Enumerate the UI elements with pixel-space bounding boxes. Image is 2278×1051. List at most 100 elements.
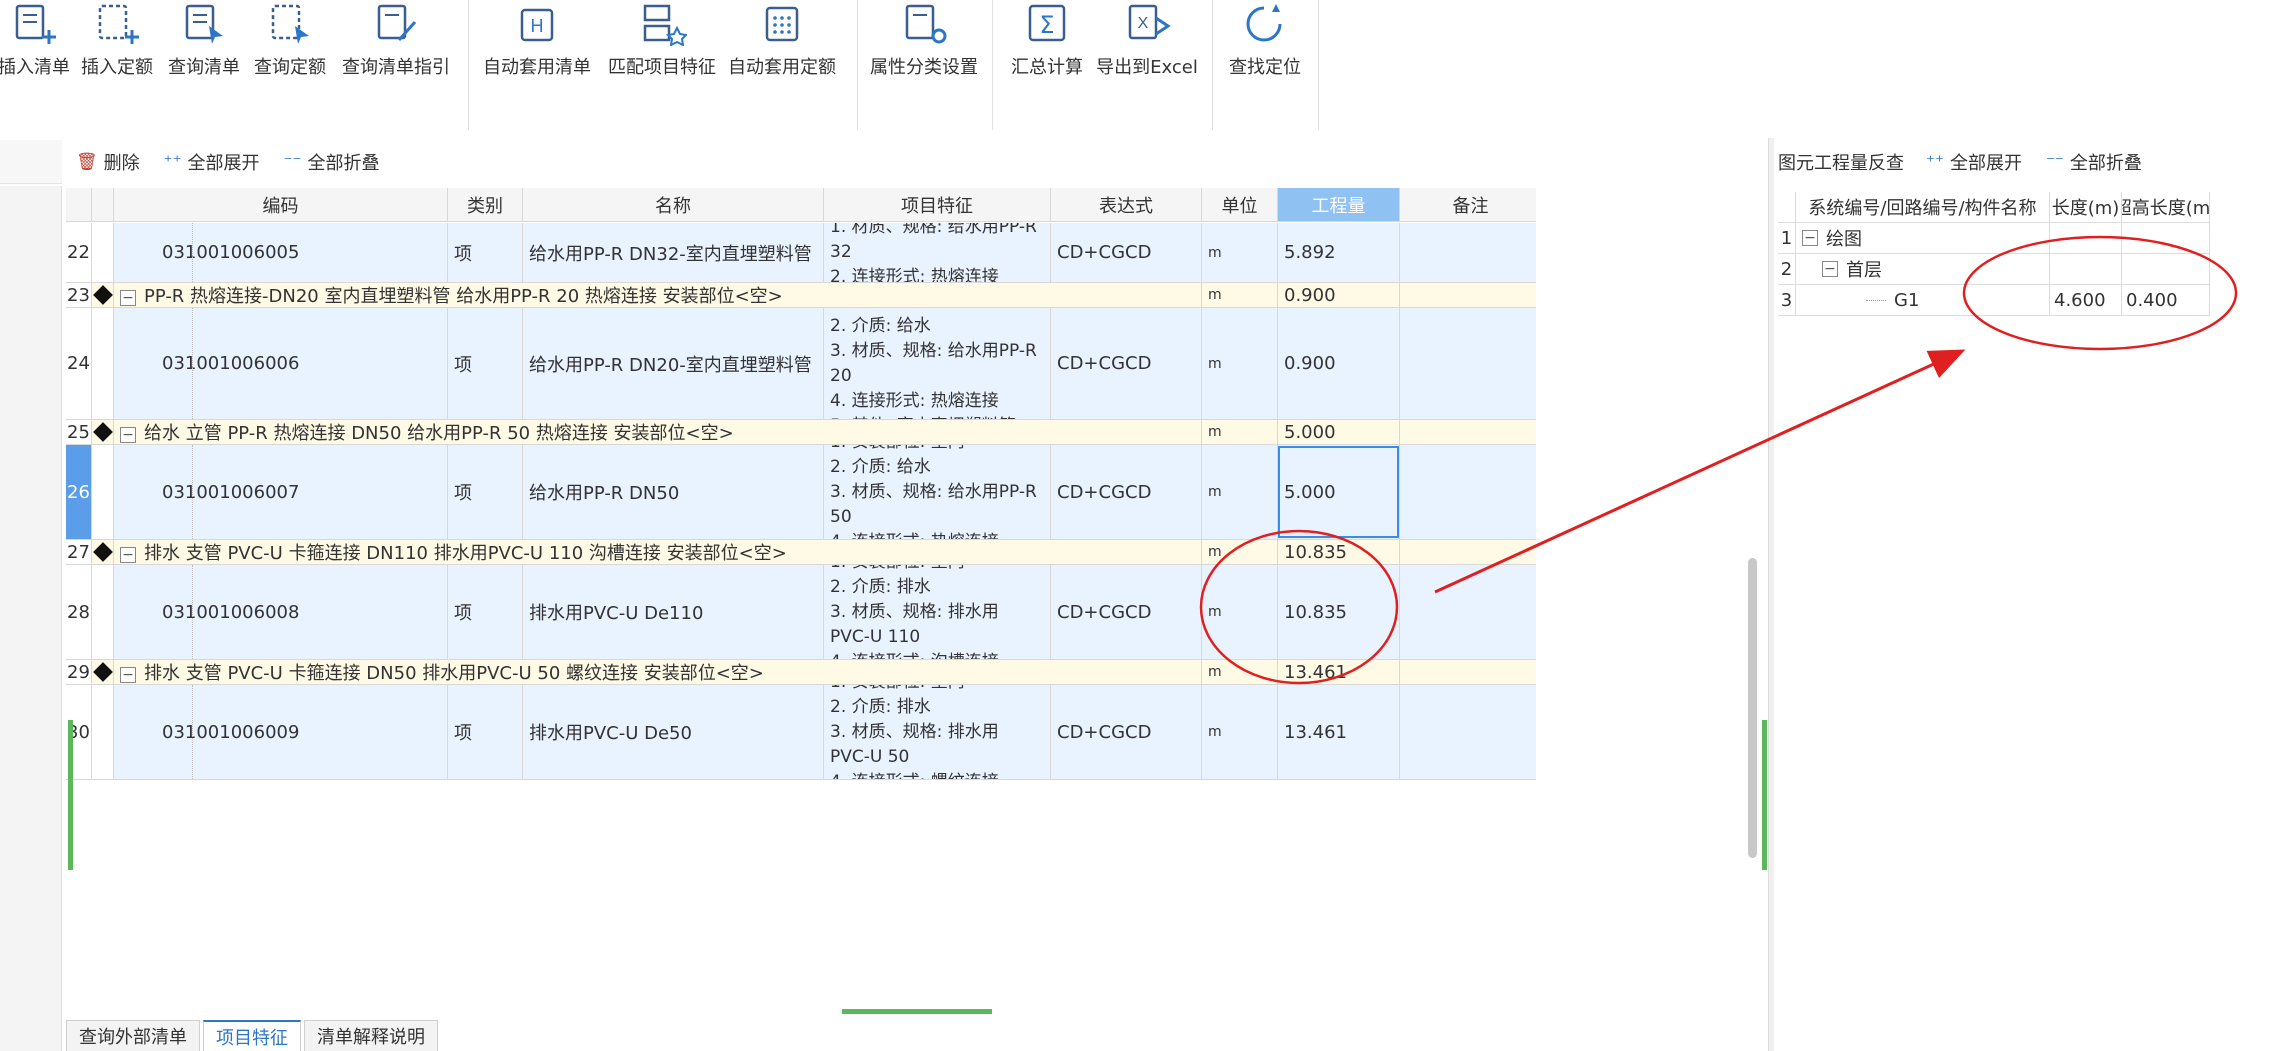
row-number[interactable]: 24 — [66, 308, 92, 420]
name-cell[interactable]: 给水用PP-R DN20-室内直埋塑料管 — [523, 308, 824, 420]
right-column-header[interactable]: 系统编号/回路编号/构件名称 — [1796, 192, 2050, 223]
quantity-cell[interactable]: 0.900 — [1278, 308, 1400, 420]
quantity-cell[interactable]: 13.461 — [1278, 685, 1400, 780]
bottom-resize-handle[interactable] — [842, 1009, 992, 1014]
table-row[interactable]: 26 031001006007 项给水用PP-R DN501. 安装部位: 室内2.… — [66, 445, 1536, 540]
grid-vertical-scrollbar[interactable] — [1748, 558, 1757, 858]
name-cell[interactable]: 给水用PP-R DN32-室内直埋塑料管 — [523, 223, 824, 283]
category-cell[interactable]: 项 — [448, 223, 523, 283]
toolbar-button-find-locate[interactable]: 查找定位 — [1200, 0, 1330, 90]
collapse-toggle-icon[interactable]: − — [120, 667, 136, 683]
row-number[interactable]: 23 — [66, 283, 92, 308]
bottom-tab[interactable]: 清单解释说明 — [304, 1020, 438, 1051]
toolbar-button-attribute-category[interactable]: 属性分类设置 — [859, 0, 989, 90]
right-column-header[interactable]: 超高长度(m) — [2122, 192, 2210, 223]
toolbar-button-query-guide[interactable]: 查询清单指引 — [331, 0, 461, 90]
right-expand-all-button[interactable]: ⁺⁺ 全部展开 — [1926, 149, 2022, 175]
column-header[interactable]: 名称 — [523, 188, 824, 222]
collapse-all-button[interactable]: ⁻⁻ 全部折叠 — [284, 149, 380, 175]
name-cell[interactable]: 排水用PVC-U De110 — [523, 565, 824, 660]
unit-cell[interactable]: m — [1202, 308, 1278, 420]
quantity-cell[interactable]: 5.000 — [1278, 445, 1400, 540]
feature-cell[interactable]: 1. 安装部位: 室内2. 介质: 给水3. 材质、规格: 给水用PP-R204… — [824, 308, 1051, 420]
extra-height-length-cell[interactable]: 0.400 — [2122, 285, 2210, 316]
group-row[interactable]: 29 − 排水 支管 PVC-U 卡箍连接 DN50 排水用PVC-U 50 螺纹连… — [66, 660, 1536, 685]
delete-button[interactable]: 🗑 删除 — [76, 149, 140, 175]
code-cell[interactable]: 031001006008 — [114, 565, 448, 660]
group-row[interactable]: 23 − PP-R 热熔连接-DN20 室内直埋塑料管 给水用PP-R 20 热熔连… — [66, 283, 1536, 308]
group-row[interactable]: 25 − 给水 立管 PP-R 热熔连接 DN50 给水用PP-R 50 热熔连接 … — [66, 420, 1536, 445]
remark-cell[interactable] — [1400, 540, 1536, 565]
column-header[interactable]: 单位 — [1202, 188, 1278, 222]
right-collapse-all-button[interactable]: ⁻⁻ 全部折叠 — [2046, 149, 2142, 175]
remark-cell[interactable] — [1400, 445, 1536, 540]
panel-splitter[interactable] — [1768, 138, 1774, 1051]
column-header[interactable]: 备注 — [1400, 188, 1536, 222]
remark-cell[interactable] — [1400, 420, 1536, 445]
column-header[interactable]: 类别 — [448, 188, 523, 222]
row-number[interactable]: 29 — [66, 660, 92, 685]
row-number[interactable]: 27 — [66, 540, 92, 565]
toolbar-button-match-feature[interactable]: 匹配项目特征 — [597, 0, 727, 90]
name-cell[interactable]: 给水用PP-R DN50 — [523, 445, 824, 540]
remark-cell[interactable] — [1400, 223, 1536, 283]
remark-cell[interactable] — [1400, 283, 1536, 308]
table-row[interactable]: 28 031001006008 项排水用PVC-U De1101. 安装部位: 室内… — [66, 565, 1536, 660]
expression-cell[interactable]: CD+CGCD — [1051, 223, 1202, 283]
collapse-toggle-icon[interactable]: − — [1822, 261, 1838, 277]
unit-cell[interactable]: m — [1202, 420, 1278, 445]
code-cell[interactable]: 031001006007 — [114, 445, 448, 540]
unit-cell[interactable]: m — [1202, 685, 1278, 780]
table-row[interactable]: 24031001006006项给水用PP-R DN20-室内直埋塑料管1. 安装… — [66, 308, 1536, 420]
right-column-header[interactable]: 长度(m) — [2050, 192, 2122, 223]
code-cell[interactable]: 031001006005 — [114, 223, 448, 283]
feature-cell[interactable]: 1. 安装部位: 室内2. 介质: 排水 3. 材质、规格: 排水用 PVC-U 1… — [824, 565, 1051, 660]
toolbar-button-export-excel[interactable]: X 导出到Excel — [1082, 0, 1212, 90]
component-name-cell[interactable]: − 首层 — [1796, 254, 2050, 285]
collapse-toggle-icon[interactable]: − — [120, 290, 136, 306]
collapse-toggle-icon[interactable]: − — [1802, 230, 1818, 246]
expression-cell[interactable]: CD+CGCD — [1051, 445, 1202, 540]
component-name-cell[interactable]: − 绘图 — [1796, 223, 2050, 254]
category-cell[interactable]: 项 — [448, 445, 523, 540]
quantity-cell[interactable]: 0.900 — [1278, 283, 1400, 308]
extra-height-length-cell[interactable] — [2122, 223, 2210, 254]
name-cell[interactable]: 排水用PVC-U De50 — [523, 685, 824, 780]
code-cell[interactable]: 031001006006 — [114, 308, 448, 420]
column-header[interactable]: 项目特征 — [824, 188, 1051, 222]
tree-row[interactable]: 1− 绘图 — [1778, 223, 2210, 254]
code-cell[interactable]: 031001006009 — [114, 685, 448, 780]
bottom-tab[interactable]: 项目特征 — [203, 1020, 301, 1051]
tree-row[interactable]: 3 G1 4.600 0.400 — [1778, 285, 2210, 316]
row-number[interactable]: 28 — [66, 565, 92, 660]
toolbar-button-auto-apply-list[interactable]: H 自动套用清单 — [472, 0, 602, 90]
unit-cell[interactable]: m — [1202, 565, 1278, 660]
unit-cell[interactable]: m — [1202, 445, 1278, 540]
quantity-cell[interactable]: 10.835 — [1278, 540, 1400, 565]
group-row[interactable]: 27 − 排水 支管 PVC-U 卡箍连接 DN110 排水用PVC-U 110 沟… — [66, 540, 1536, 565]
quantity-cell[interactable]: 10.835 — [1278, 565, 1400, 660]
quantity-cell[interactable]: 5.892 — [1278, 223, 1400, 283]
row-number[interactable]: 25 — [66, 420, 92, 445]
collapse-toggle-icon[interactable]: − — [120, 427, 136, 443]
remark-cell[interactable] — [1400, 660, 1536, 685]
quantity-cell[interactable]: 5.000 — [1278, 420, 1400, 445]
unit-cell[interactable]: m — [1202, 660, 1278, 685]
table-row[interactable]: 22 031001006005 项给水用PP-R DN32-室内直埋塑料管 1. 材质… — [66, 223, 1536, 283]
table-row[interactable]: 30031001006009项排水用PVC-U De501. 安装部位: 室内2… — [66, 685, 1536, 780]
feature-cell[interactable]: 1. 安装部位: 室内2. 介质: 给水 3. 材质、规格: 给水用PP-R 50 4… — [824, 445, 1051, 540]
length-cell[interactable] — [2050, 254, 2122, 285]
left-resize-handle[interactable] — [68, 720, 73, 870]
right-resize-handle[interactable] — [1762, 720, 1767, 870]
column-header[interactable]: 表达式 — [1051, 188, 1202, 222]
feature-cell[interactable]: 1. 材质、规格: 给水用PP-R 32 2. 连接形式: 热熔连接 — [824, 223, 1051, 283]
unit-cell[interactable]: m — [1202, 540, 1278, 565]
extra-height-length-cell[interactable] — [2122, 254, 2210, 285]
length-cell[interactable] — [2050, 223, 2122, 254]
unit-cell[interactable]: m — [1202, 223, 1278, 283]
expression-cell[interactable]: CD+CGCD — [1051, 685, 1202, 780]
column-header[interactable]: 工程量 — [1278, 188, 1400, 222]
row-number[interactable]: 26 — [66, 445, 92, 540]
unit-cell[interactable]: m — [1202, 283, 1278, 308]
category-cell[interactable]: 项 — [448, 685, 523, 780]
